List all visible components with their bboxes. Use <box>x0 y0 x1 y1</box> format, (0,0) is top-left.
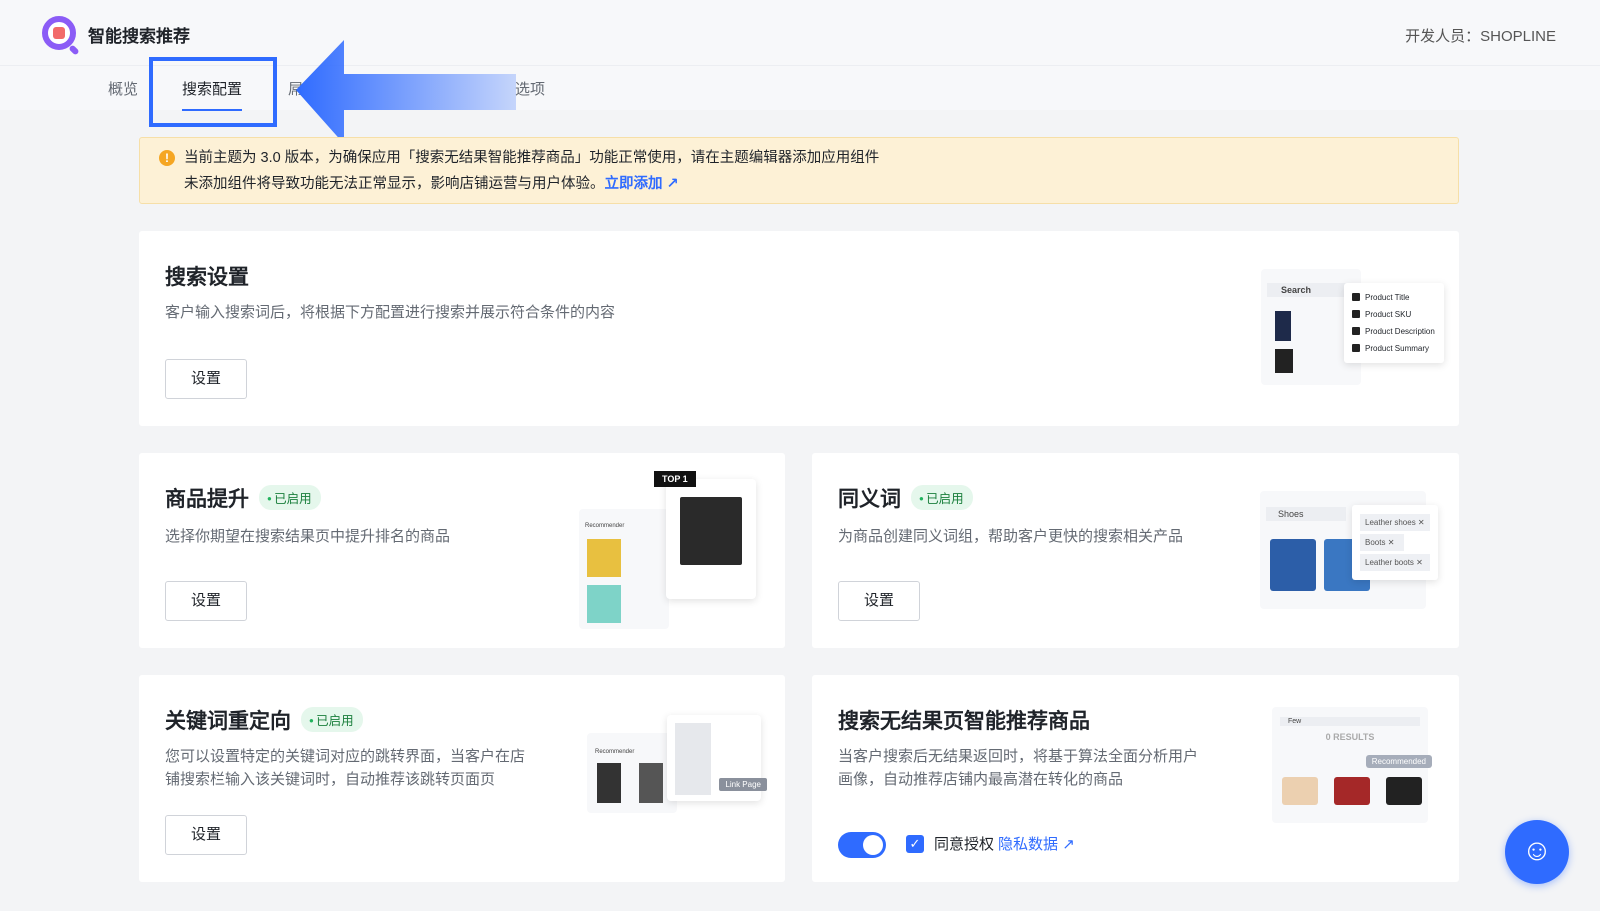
card-desc: 客户输入搜索词后，将根据下方配置进行搜索并展示符合条件的内容 <box>165 304 616 321</box>
status-badge: 已启用 <box>301 707 363 732</box>
privacy-data-link[interactable]: 隐私数据 ↗ <box>998 836 1075 853</box>
alert-line1: 当前主题为 3.0 版本，为确保应用「搜索无结果智能推荐商品」功能正常使用，请在… <box>184 150 880 166</box>
recommend-toggle[interactable] <box>838 832 886 858</box>
product-boost-card: 商品提升已启用 选择你期望在搜索结果页中提升排名的商品 设置 Recommend… <box>139 453 785 648</box>
status-badge: 已启用 <box>259 485 321 510</box>
tab-overview[interactable]: 概览 <box>108 78 138 99</box>
agree-label: 同意授权 <box>934 836 995 853</box>
search-settings-card: 搜索设置 客户输入搜索词后，将根据下方配置进行搜索并展示符合条件的内容 设置 S… <box>139 231 1459 426</box>
developer-label: 开发人员：SHOPLINE <box>1405 28 1556 45</box>
card-title: 关键词重定向 <box>165 710 291 733</box>
tab-options[interactable]: 选项 <box>515 78 545 99</box>
app-logo-icon <box>42 16 76 50</box>
search-fields-panel: Product Title Product SKU Product Descri… <box>1344 283 1444 363</box>
add-now-link[interactable]: 立即添加 ↗ <box>605 176 679 192</box>
card-desc: 为商品创建同义词组，帮助客户更快的搜索相关产品 <box>838 528 1184 545</box>
redirect-illustration: Recommender <box>587 733 677 813</box>
top-product-illustration: TOP 1 <box>654 471 756 599</box>
no-result-recommend-card: 搜索无结果页智能推荐商品 当客户搜索后无结果返回时，将基于算法全面分析用户 画像… <box>812 675 1459 882</box>
headset-icon: ☺ <box>1521 834 1553 867</box>
status-badge: 已启用 <box>911 485 973 510</box>
no-result-illustration: Few 0 RESULTS Recommended <box>1272 707 1432 823</box>
alert-line2: 未添加组件将导致功能无法正常显示，影响店铺运营与用户体验。 <box>184 176 605 192</box>
card-title: 搜索设置 <box>165 266 249 289</box>
theme-warning-alert: ! 当前主题为 3.0 版本，为确保应用「搜索无结果智能推荐商品」功能正常使用，… <box>139 137 1459 204</box>
card-title: 搜索无结果页智能推荐商品 <box>838 710 1090 733</box>
arrow-left-icon <box>296 40 516 144</box>
external-link-icon: ↗ <box>1062 836 1075 853</box>
card-title: 同义词 <box>838 488 901 511</box>
boost-illustration: Recommender <box>579 509 669 629</box>
app-title: 智能搜索推荐 <box>88 27 190 46</box>
synonyms-card: 同义词已启用 为商品创建同义词组，帮助客户更快的搜索相关产品 设置 Shoes … <box>812 453 1459 648</box>
boost-settings-button[interactable]: 设置 <box>165 581 247 621</box>
card-desc-2: 铺搜索栏输入该关键词时，自动推荐该跳转页面页 <box>165 771 496 788</box>
agree-checkbox[interactable]: ✓ <box>906 835 924 853</box>
synonyms-settings-button[interactable]: 设置 <box>838 581 920 621</box>
card-desc-1: 当客户搜索后无结果返回时，将基于算法全面分析用户 <box>838 748 1199 765</box>
warning-icon: ! <box>159 150 175 166</box>
search-settings-button[interactable]: 设置 <box>165 359 247 399</box>
link-page-illustration: Link Page <box>667 715 767 801</box>
card-desc: 选择你期望在搜索结果页中提升排名的商品 <box>165 528 451 545</box>
synonym-tags-panel: Leather shoes ✕ Boots ✕ Leather boots ✕ <box>1352 505 1438 580</box>
customer-support-button[interactable]: ☺ <box>1505 820 1569 884</box>
redirect-settings-button[interactable]: 设置 <box>165 815 247 855</box>
highlight-box <box>149 57 277 127</box>
card-desc-2: 画像，自动推荐店铺内最高潜在转化的商品 <box>838 771 1124 788</box>
card-title: 商品提升 <box>165 488 249 511</box>
card-desc-1: 您可以设置特定的关键词对应的跳转界面，当客户在店 <box>165 748 526 765</box>
keyword-redirect-card: 关键词重定向已启用 您可以设置特定的关键词对应的跳转界面，当客户在店 铺搜索栏输… <box>139 675 785 882</box>
external-link-icon: ↗ <box>666 176 679 192</box>
